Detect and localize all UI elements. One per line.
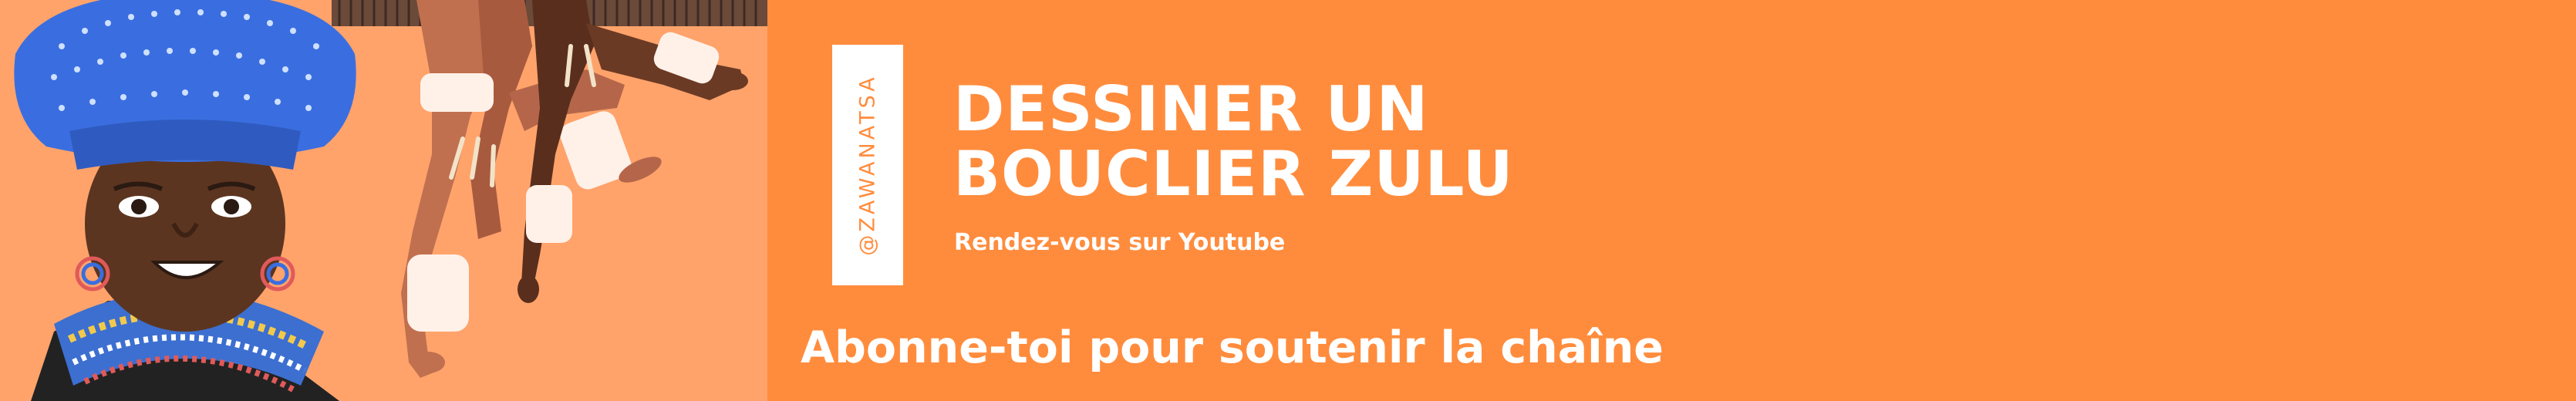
title-line-2: BOUCLIER ZULU — [953, 138, 1514, 210]
banner-title: DESSINER UN BOUCLIER ZULU — [953, 77, 1647, 207]
illustration-panel — [0, 0, 767, 401]
title-line-1: DESSINER UN — [953, 73, 1429, 145]
subscribe-call-to-action: Abonne-toi pour soutenir la chaîne — [801, 322, 1664, 373]
handle-box: @ZAWANATSA — [832, 45, 903, 285]
channel-handle: @ZAWANATSA — [855, 74, 880, 256]
banner-subtitle: Rendez-vous sur Youtube — [954, 229, 1286, 256]
